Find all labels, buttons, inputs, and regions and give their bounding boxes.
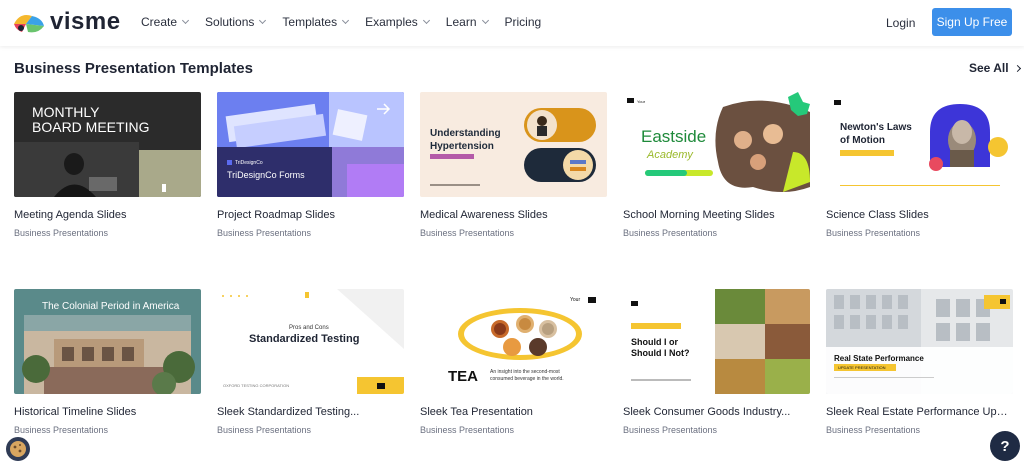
thumb-title-line1: Newton's Laws [840, 122, 912, 133]
card-category: Business Presentations [826, 425, 921, 435]
chevron-down-icon [422, 16, 430, 25]
card-title[interactable]: Sleek Real Estate Performance Upda... [826, 406, 1013, 418]
thumb-desc-line1: An insight into the second-most [490, 369, 560, 375]
see-all-link[interactable]: See All [969, 61, 1021, 75]
nav-learn[interactable]: Learn [445, 15, 489, 29]
thumb-title-line2: Hypertension [430, 141, 494, 152]
card-title[interactable]: Medical Awareness Slides [420, 209, 607, 221]
card-title[interactable]: School Morning Meeting Slides [623, 209, 810, 221]
card-category: Business Presentations [420, 425, 515, 435]
help-button[interactable]: ? [990, 431, 1020, 461]
thumb-footer: OXFORD TESTING CORPORATION [223, 383, 289, 388]
thumb-desc-line2: consumed beverage in the world. [490, 376, 564, 382]
card-category: Business Presentations [14, 228, 109, 238]
template-card[interactable]: Newton's Laws of Motion Science Class Sl… [826, 92, 1013, 238]
template-thumbnail[interactable]: Should I or Should I Not? [623, 289, 810, 394]
chevron-down-icon [342, 16, 350, 25]
visme-logo-icon [14, 15, 44, 33]
card-title[interactable]: Meeting Agenda Slides [14, 209, 201, 221]
template-thumbnail[interactable]: Newton's Laws of Motion [826, 92, 1013, 197]
top-navbar: visme Create Solutions Templates Example… [0, 0, 1024, 46]
thumb-title-line1: Should I or [631, 337, 678, 347]
nav-solutions-label: Solutions [205, 15, 255, 29]
thumb-title-line2: BOARD MEETING [32, 119, 149, 135]
chevron-right-icon [1013, 64, 1021, 72]
template-card[interactable]: Your Eastside Academy School Morning Mee… [623, 92, 810, 238]
chevron-down-icon [181, 16, 190, 25]
nav-examples[interactable]: Examples [365, 15, 430, 29]
nav-pricing-label: Pricing [504, 15, 542, 29]
template-card[interactable]: The Colonial Period in America Historica… [14, 289, 201, 435]
card-category: Business Presentations [14, 425, 109, 435]
visme-logo[interactable]: visme [12, 10, 121, 34]
card-category: Business Presentations [623, 228, 718, 238]
thumb-subtitle: UPDATE PRESENTATION [838, 365, 886, 370]
svg-text:Your: Your [570, 297, 580, 303]
signup-button[interactable]: Sign Up Free [932, 8, 1012, 36]
template-thumbnail[interactable]: Understanding Hypertension [420, 92, 607, 197]
card-category: Business Presentations [826, 228, 921, 238]
template-card[interactable]: Pros and Cons Standardized Testing OXFOR… [217, 289, 404, 435]
template-thumbnail[interactable]: Your TEA An insight into the second-most… [420, 289, 607, 394]
see-all-label: See All [969, 61, 1009, 75]
thumb-title: Standardized Testing [249, 333, 359, 345]
thumb-title-line2: Should I Not? [631, 348, 690, 358]
card-title[interactable]: Science Class Slides [826, 209, 1013, 221]
thumb-title-line1: Eastside [641, 127, 706, 146]
nav-learn-label: Learn [445, 15, 477, 29]
thumb-title: Real State Performance [834, 354, 924, 363]
thumb-title: TriDesignCo Forms [227, 170, 305, 180]
nav-create[interactable]: Create [141, 15, 190, 29]
card-title[interactable]: Sleek Standardized Testing... [217, 406, 404, 418]
thumb-title: The Colonial Period in America [42, 301, 180, 312]
chevron-down-icon [259, 16, 267, 25]
chevron-down-icon [481, 16, 489, 25]
main-nav: Create Solutions Templates Examples Lear… [141, 15, 558, 29]
template-card[interactable]: Understanding Hypertension Medical Aware… [420, 92, 607, 238]
template-card[interactable]: Real State Performance UPDATE PRESENTATI… [826, 289, 1013, 435]
thumb-title-line2: of Motion [840, 135, 885, 146]
nav-solutions[interactable]: Solutions [205, 15, 267, 29]
section-title: Business Presentation Templates [14, 60, 253, 77]
nav-create-label: Create [141, 15, 178, 29]
thumb-kicker: Pros and Cons [289, 325, 329, 331]
thumb-title-line1: MONTHLY [32, 104, 100, 120]
template-thumbnail[interactable]: Pros and Cons Standardized Testing OXFOR… [217, 289, 404, 394]
card-category: Business Presentations [217, 228, 312, 238]
nav-templates[interactable]: Templates [282, 15, 350, 29]
nav-examples-label: Examples [365, 15, 418, 29]
template-card[interactable]: TriDesignCo TriDesignCo Forms Project Ro… [217, 92, 404, 238]
thumb-title-line1: Understanding [430, 128, 501, 139]
template-thumbnail[interactable]: Your Eastside Academy [623, 92, 810, 197]
template-card[interactable]: Your TEA An insight into the second-most… [420, 289, 607, 435]
template-thumbnail[interactable]: The Colonial Period in America [14, 289, 201, 394]
template-thumbnail[interactable]: Real State Performance UPDATE PRESENTATI… [826, 289, 1013, 394]
card-category: Business Presentations [420, 228, 515, 238]
card-title[interactable]: Sleek Consumer Goods Industry... [623, 406, 810, 418]
login-link[interactable]: Login [886, 16, 915, 30]
template-thumbnail[interactable]: MONTHLY BOARD MEETING [14, 92, 201, 197]
card-title[interactable]: Project Roadmap Slides [217, 209, 404, 221]
thumb-title-line2: Academy [646, 149, 694, 161]
template-thumbnail[interactable]: TriDesignCo TriDesignCo Forms [217, 92, 404, 197]
card-title[interactable]: Sleek Tea Presentation [420, 406, 607, 418]
card-category: Business Presentations [623, 425, 718, 435]
thumb-title: TEA [448, 368, 478, 385]
help-icon: ? [1000, 437, 1010, 455]
nav-pricing[interactable]: Pricing [505, 15, 542, 29]
cookie-settings-button[interactable] [6, 437, 30, 461]
template-card[interactable]: MONTHLY BOARD MEETING Meeting Agenda Sli… [14, 92, 201, 238]
svg-text:Your: Your [637, 99, 646, 104]
card-category: Business Presentations [217, 425, 312, 435]
template-card[interactable]: Should I or Should I Not? Sleek Consumer… [623, 289, 810, 435]
nav-templates-label: Templates [282, 15, 338, 29]
thumb-brand: TriDesignCo [235, 160, 263, 166]
card-title[interactable]: Historical Timeline Slides [14, 406, 201, 418]
brand-name: visme [50, 8, 121, 35]
cookie-icon [10, 441, 26, 457]
